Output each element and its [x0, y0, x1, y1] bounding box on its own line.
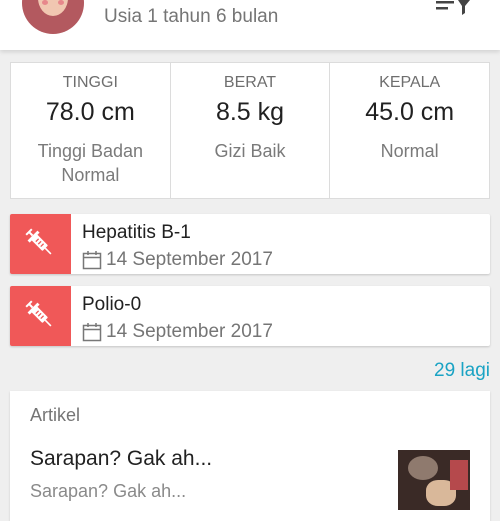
article-title[interactable]: Sarapan? Gak ah...	[30, 447, 212, 471]
calendar-icon	[82, 251, 102, 270]
stat-label: BERAT	[223, 74, 277, 91]
filter-sort-icon[interactable]	[436, 0, 470, 16]
growth-stats-card[interactable]: TINGGI 78.0 cm Tinggi Badan Normal BERAT…	[10, 62, 490, 199]
stat-weight: BERAT 8.5 kg Gizi Baik	[169, 63, 330, 198]
vaccine-date-row: 14 September 2017	[82, 249, 273, 271]
stat-value: 78.0 cm	[45, 98, 135, 126]
child-age: Usia 1 tahun 6 bulan	[104, 6, 279, 27]
stat-head: KEPALA 45.0 cm Normal	[329, 63, 489, 198]
article-card[interactable]: Artikel Sarapan? Gak ah... Sarapan? Gak …	[10, 391, 490, 521]
article-section-title: Artikel	[30, 405, 81, 425]
vaccine-date-row: 14 September 2017	[82, 321, 273, 343]
stat-note: Gizi Baik	[214, 141, 286, 161]
vaccine-badge	[10, 286, 71, 346]
syringe-icon	[24, 300, 51, 327]
stat-label: KEPALA	[379, 74, 441, 91]
vaccine-date: 14 September 2017	[106, 249, 273, 270]
vaccination-item[interactable]: Hepatitis B-1 14 September 2017	[10, 214, 490, 274]
article-thumbnail[interactable]	[398, 450, 470, 510]
more-vaccinations-link[interactable]: 29 lagi	[434, 360, 490, 382]
vaccine-name: Hepatitis B-1	[82, 222, 191, 243]
stat-note: Tinggi Badan Normal	[37, 141, 144, 185]
stat-value: 45.0 cm	[365, 98, 455, 126]
article-subtitle: Sarapan? Gak ah...	[30, 481, 187, 501]
stat-height: TINGGI 78.0 cm Tinggi Badan Normal	[11, 63, 170, 198]
stat-value: 8.5 kg	[215, 98, 285, 126]
syringe-icon	[24, 228, 51, 255]
vaccine-date: 14 September 2017	[106, 321, 273, 342]
vaccine-badge	[10, 214, 71, 274]
child-avatar[interactable]	[22, 0, 84, 34]
stat-label: TINGGI	[62, 74, 118, 91]
calendar-icon	[82, 323, 102, 342]
vaccination-item[interactable]: Polio-0 14 September 2017	[10, 286, 490, 346]
vaccine-name: Polio-0	[82, 294, 142, 315]
profile-header: Usia 1 tahun 6 bulan	[0, 0, 500, 50]
stat-note: Normal	[380, 141, 439, 161]
